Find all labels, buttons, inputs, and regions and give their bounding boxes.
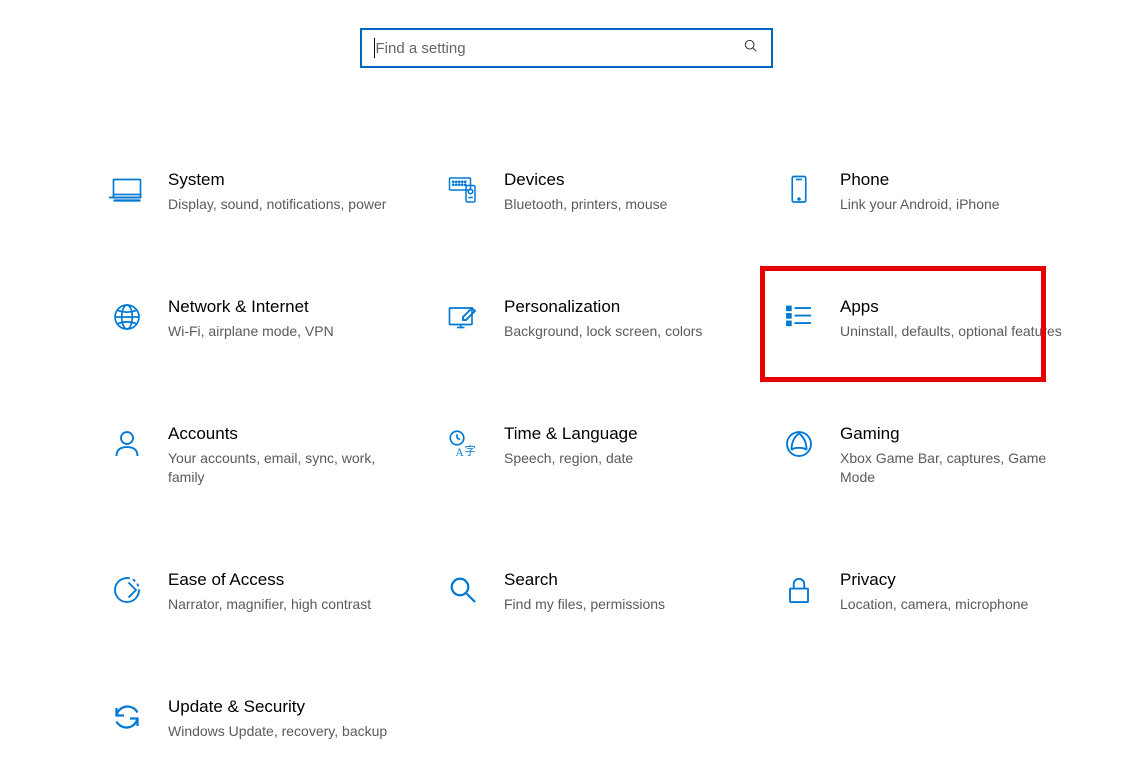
tile-apps[interactable]: Apps Uninstall, defaults, optional featu… bbox=[772, 290, 1108, 347]
settings-grid: System Display, sound, notifications, po… bbox=[0, 163, 1132, 747]
search-box[interactable] bbox=[360, 28, 773, 68]
tile-desc: Narrator, magnifier, high contrast bbox=[168, 595, 410, 614]
tile-phone[interactable]: Phone Link your Android, iPhone bbox=[772, 163, 1108, 220]
search-input[interactable] bbox=[374, 39, 743, 58]
tile-desc: Location, camera, microphone bbox=[840, 595, 1082, 614]
tile-network[interactable]: Network & Internet Wi-Fi, airplane mode,… bbox=[100, 290, 436, 347]
devices-icon bbox=[444, 171, 482, 209]
gaming-icon bbox=[780, 425, 818, 463]
tile-title: Accounts bbox=[168, 423, 410, 445]
tile-privacy[interactable]: Privacy Location, camera, microphone bbox=[772, 563, 1108, 620]
time-language-icon: A 字 bbox=[444, 425, 482, 463]
system-icon bbox=[108, 171, 146, 209]
tile-title: Phone bbox=[840, 169, 1082, 191]
apps-icon bbox=[780, 298, 818, 336]
tile-title: Ease of Access bbox=[168, 569, 410, 591]
search-category-icon bbox=[444, 571, 482, 609]
tile-desc: Background, lock screen, colors bbox=[504, 322, 746, 341]
tile-accounts[interactable]: Accounts Your accounts, email, sync, wor… bbox=[100, 417, 436, 493]
tile-title: Personalization bbox=[504, 296, 746, 318]
tile-title: Network & Internet bbox=[168, 296, 410, 318]
search-icon[interactable] bbox=[743, 38, 759, 59]
tile-devices[interactable]: Devices Bluetooth, printers, mouse bbox=[436, 163, 772, 220]
tile-title: Search bbox=[504, 569, 746, 591]
tile-system[interactable]: System Display, sound, notifications, po… bbox=[100, 163, 436, 220]
tile-title: Update & Security bbox=[168, 696, 410, 718]
phone-icon bbox=[780, 171, 818, 209]
text-caret bbox=[374, 38, 375, 58]
tile-desc: Find my files, permissions bbox=[504, 595, 746, 614]
tile-search[interactable]: Search Find my files, permissions bbox=[436, 563, 772, 620]
tile-desc: Your accounts, email, sync, work, family bbox=[168, 449, 410, 487]
tile-desc: Display, sound, notifications, power bbox=[168, 195, 410, 214]
personalization-icon bbox=[444, 298, 482, 336]
tile-desc: Bluetooth, printers, mouse bbox=[504, 195, 746, 214]
tile-desc: Xbox Game Bar, captures, Game Mode bbox=[840, 449, 1082, 487]
tile-personalization[interactable]: Personalization Background, lock screen,… bbox=[436, 290, 772, 347]
tile-title: System bbox=[168, 169, 410, 191]
globe-icon bbox=[108, 298, 146, 336]
tile-ease-of-access[interactable]: Ease of Access Narrator, magnifier, high… bbox=[100, 563, 436, 620]
tile-title: Devices bbox=[504, 169, 746, 191]
tile-title: Apps bbox=[840, 296, 1082, 318]
tile-desc: Link your Android, iPhone bbox=[840, 195, 1082, 214]
privacy-icon bbox=[780, 571, 818, 609]
tile-desc: Uninstall, defaults, optional features bbox=[840, 322, 1082, 341]
tile-desc: Wi-Fi, airplane mode, VPN bbox=[168, 322, 410, 341]
svg-text:A: A bbox=[456, 447, 465, 459]
svg-text:字: 字 bbox=[465, 443, 476, 457]
tile-gaming[interactable]: Gaming Xbox Game Bar, captures, Game Mod… bbox=[772, 417, 1108, 493]
update-icon bbox=[108, 698, 146, 736]
tile-time-language[interactable]: A 字 Time & Language Speech, region, date bbox=[436, 417, 772, 493]
tile-desc: Speech, region, date bbox=[504, 449, 746, 468]
tile-desc: Windows Update, recovery, backup bbox=[168, 722, 410, 741]
ease-of-access-icon bbox=[108, 571, 146, 609]
accounts-icon bbox=[108, 425, 146, 463]
tile-title: Gaming bbox=[840, 423, 1082, 445]
tile-title: Privacy bbox=[840, 569, 1082, 591]
tile-title: Time & Language bbox=[504, 423, 746, 445]
tile-update-security[interactable]: Update & Security Windows Update, recove… bbox=[100, 690, 436, 747]
